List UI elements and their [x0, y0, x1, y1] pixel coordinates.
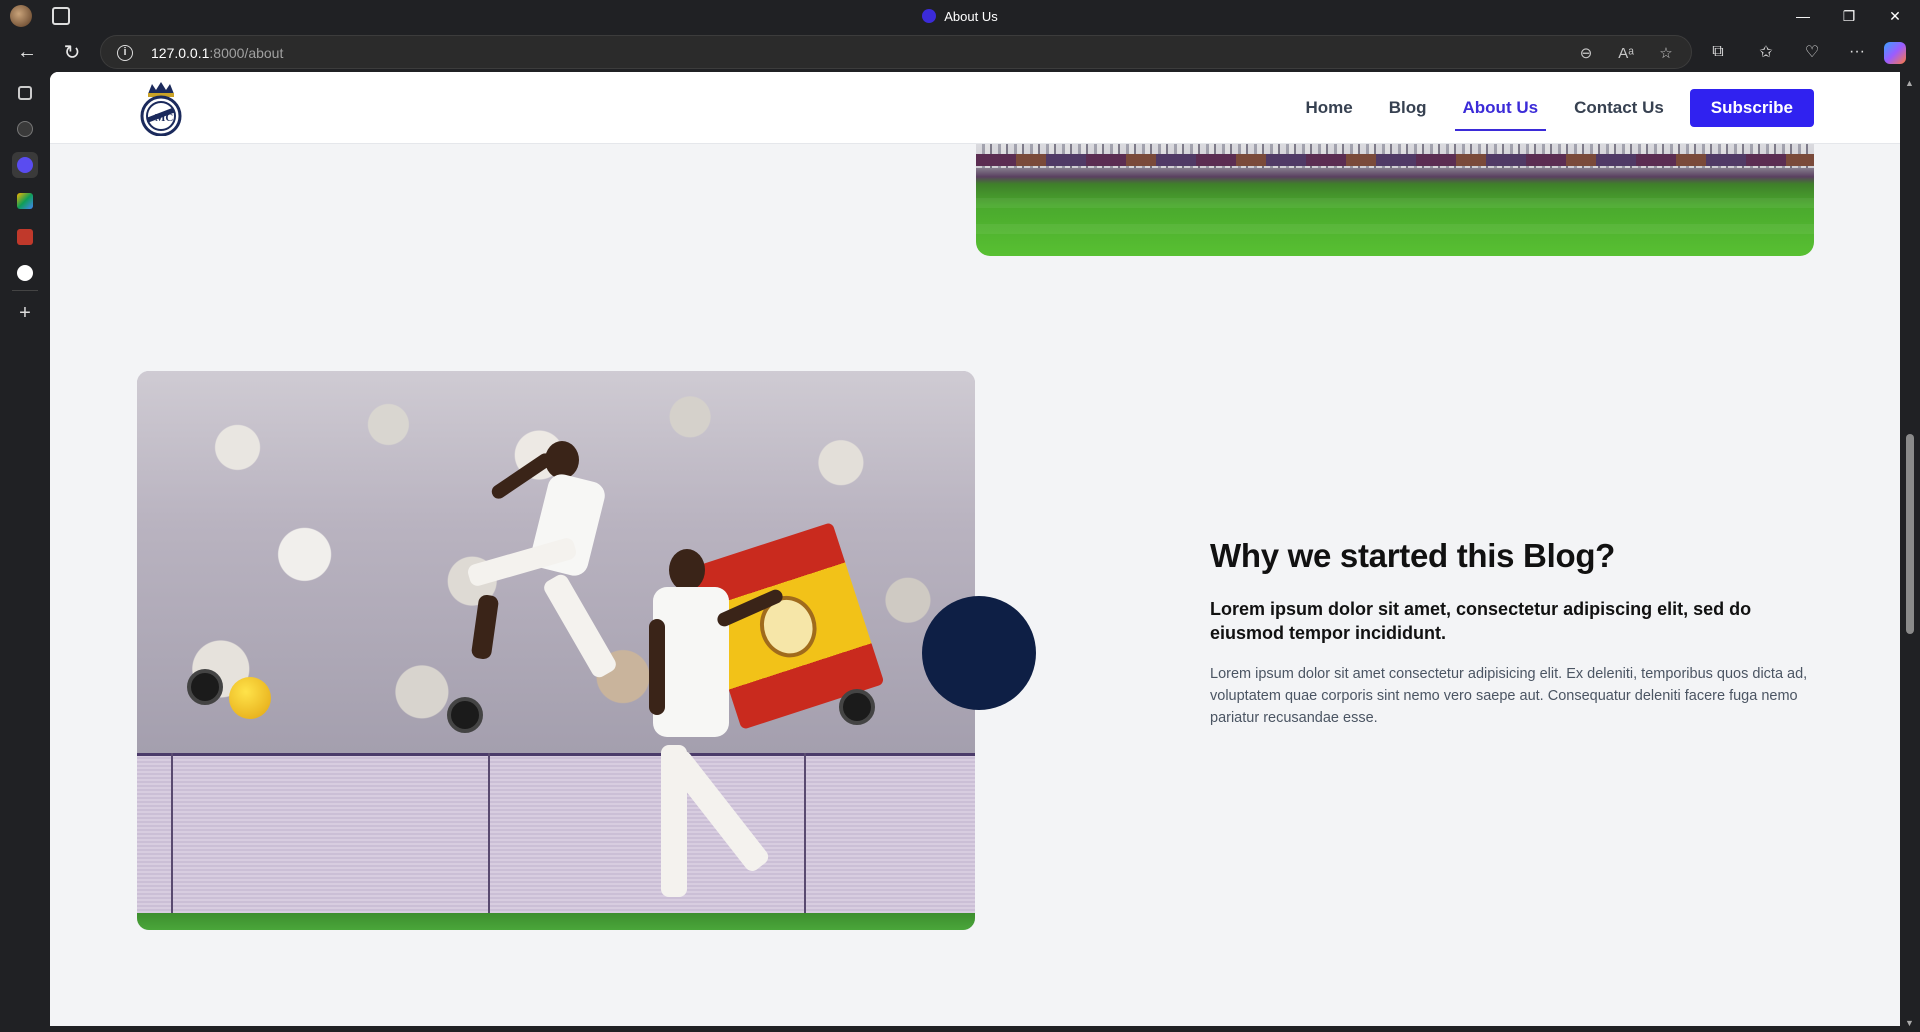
browser-essentials-icon[interactable]: ♡: [1797, 38, 1827, 66]
nav-home-link[interactable]: Home: [1288, 88, 1371, 128]
browser-sidebar: +: [0, 72, 50, 1032]
nav-about-link[interactable]: About Us: [1445, 88, 1557, 131]
restore-button[interactable]: ❐: [1826, 0, 1872, 32]
title-bar: About Us — ❐ ✕: [0, 0, 1920, 32]
scroll-down-arrow-icon[interactable]: ▼: [1905, 1018, 1914, 1028]
address-bar[interactable]: i 127.0.0.1:8000/about ⊖ Aᵃ ☆: [100, 35, 1692, 69]
sidebar-app-pdf-icon[interactable]: [12, 224, 38, 250]
sidebar-app-active-icon[interactable]: [12, 152, 38, 178]
feature-subtitle: Lorem ipsum dolor sit amet, consectetur …: [1210, 598, 1752, 644]
url-text[interactable]: 127.0.0.1:8000/about: [151, 36, 283, 70]
extensions-icon[interactable]: ⧉: [1703, 38, 1733, 66]
favorite-star-icon[interactable]: ☆: [1651, 36, 1681, 70]
decorative-navy-circle: [922, 596, 1036, 710]
page-viewport: MC Home Blog About Us Contact Us Subscri…: [50, 72, 1900, 1026]
feature-title: Why we started this Blog?: [1210, 537, 1616, 574]
page-scrollbar[interactable]: ▲ ▼: [1900, 72, 1920, 1032]
main-nav: Home Blog About Us Contact Us Subscribe: [1288, 88, 1814, 131]
copilot-icon[interactable]: [1884, 42, 1906, 64]
svg-text:MC: MC: [155, 112, 173, 124]
feature-text-block: Why we started this Blog? Lorem ipsum do…: [1210, 536, 1814, 730]
more-options-icon[interactable]: ···: [1842, 38, 1872, 66]
subscribe-button[interactable]: Subscribe: [1689, 89, 1814, 127]
sidebar-divider: [12, 290, 38, 291]
nav-blog-link[interactable]: Blog: [1371, 88, 1445, 128]
back-arrow-icon[interactable]: ←: [13, 38, 41, 66]
site-info-icon[interactable]: i: [117, 45, 133, 61]
add-app-icon[interactable]: +: [12, 300, 38, 326]
celebration-photo: [137, 371, 975, 930]
minimize-button[interactable]: —: [1780, 0, 1826, 32]
refresh-icon[interactable]: ↻: [58, 38, 86, 66]
window-title: About Us: [0, 0, 1920, 32]
address-bar-row: ← ↻ i 127.0.0.1:8000/about ⊖ Aᵃ ☆ ⧉ ✩ ♡ …: [0, 32, 1920, 72]
site-header: MC Home Blog About Us Contact Us Subscri…: [50, 72, 1900, 144]
real-madrid-logo-icon[interactable]: MC: [138, 80, 184, 136]
site-favicon-icon: [922, 9, 937, 23]
scroll-up-arrow-icon[interactable]: ▲: [1905, 78, 1914, 88]
nav-contact-link[interactable]: Contact Us: [1556, 88, 1682, 128]
vertical-tabs-icon[interactable]: [12, 80, 38, 106]
close-window-button[interactable]: ✕: [1872, 0, 1918, 32]
sidebar-app-triangle-icon[interactable]: [12, 260, 38, 286]
sidebar-app-drive-icon[interactable]: [12, 188, 38, 214]
scrollbar-thumb[interactable]: [1906, 434, 1914, 634]
favorites-icon[interactable]: ✩: [1751, 38, 1781, 66]
read-aloud-icon[interactable]: Aᵃ: [1611, 36, 1641, 70]
tab-title-text: About Us: [944, 8, 998, 24]
zoom-out-icon[interactable]: ⊖: [1571, 36, 1601, 70]
feature-body: Lorem ipsum dolor sit amet consectetur a…: [1210, 666, 1808, 726]
sidebar-app-n-icon[interactable]: [12, 116, 38, 142]
